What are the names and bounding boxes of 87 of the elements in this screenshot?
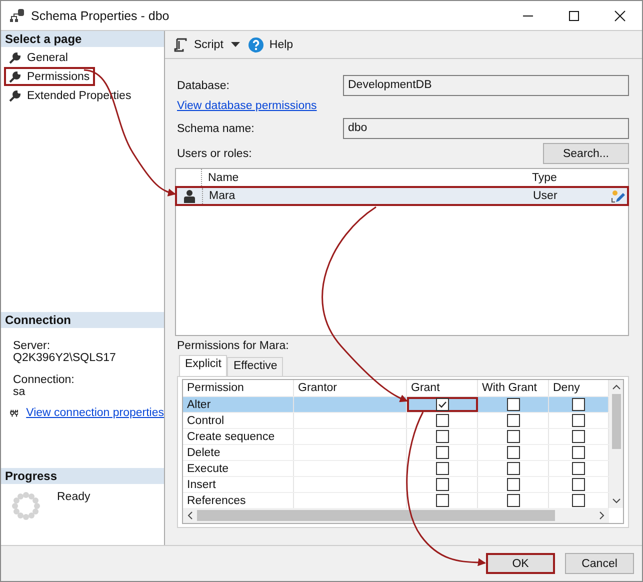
scroll-left-icon[interactable] bbox=[187, 511, 193, 520]
permissions-label: Permissions for Mara: bbox=[177, 340, 289, 352]
caret-icon[interactable] bbox=[231, 42, 240, 48]
app-icon bbox=[9, 8, 25, 24]
tab[interactable]: Effective bbox=[227, 357, 284, 376]
scroll-down-icon[interactable] bbox=[612, 498, 620, 504]
database-label: Database: bbox=[177, 80, 230, 92]
checkbox[interactable] bbox=[506, 430, 520, 443]
horizontal-scrollbar[interactable] bbox=[183, 508, 609, 523]
cancel-button[interactable]: Cancel bbox=[565, 553, 634, 574]
checkbox[interactable] bbox=[506, 398, 520, 411]
script-button[interactable]: Script bbox=[171, 36, 226, 52]
vertical-scrollbar[interactable] bbox=[609, 380, 623, 508]
checkbox[interactable] bbox=[506, 446, 520, 459]
plug-icon bbox=[10, 407, 18, 419]
table-cell: Insert bbox=[183, 477, 294, 492]
column-header[interactable]: Permission bbox=[183, 380, 294, 396]
edit-icon[interactable] bbox=[611, 189, 625, 203]
column-header[interactable]: With Grant bbox=[478, 380, 549, 396]
database-permissions-link[interactable]: View database permissions bbox=[177, 100, 317, 112]
checkbox[interactable] bbox=[506, 494, 520, 507]
table-cell-text: User bbox=[532, 190, 558, 202]
permission-row[interactable]: Create sequence bbox=[183, 429, 609, 445]
column-header[interactable]: Grantor bbox=[294, 380, 407, 396]
progress-status: Ready bbox=[57, 491, 90, 505]
schema-name-field[interactable]: dbo bbox=[343, 118, 629, 139]
window-title: Schema Properties - dbo bbox=[31, 8, 170, 22]
search-button[interactable]: Search... bbox=[543, 143, 629, 164]
table-cell-text: Mara bbox=[208, 190, 236, 202]
checkbox[interactable] bbox=[436, 414, 448, 427]
checkbox[interactable] bbox=[436, 462, 448, 475]
checkbox[interactable] bbox=[572, 478, 585, 491]
page-item[interactable]: General bbox=[4, 48, 73, 67]
table-cell: Alter bbox=[183, 397, 294, 412]
wrench-icon bbox=[9, 52, 21, 64]
checkbox[interactable] bbox=[506, 414, 520, 427]
checkbox[interactable] bbox=[572, 446, 585, 459]
wrench-icon bbox=[9, 70, 21, 82]
table-cell: Execute bbox=[183, 461, 294, 476]
maximize-icon[interactable] bbox=[568, 10, 580, 22]
section-header: Select a page bbox=[1, 31, 164, 47]
script-icon bbox=[173, 36, 189, 52]
checkbox[interactable] bbox=[572, 398, 585, 411]
checkbox[interactable] bbox=[572, 414, 585, 427]
permission-row[interactable]: Delete bbox=[183, 445, 609, 461]
server-label: Server: bbox=[13, 340, 52, 352]
table-cell: Control bbox=[183, 413, 294, 428]
person-icon bbox=[184, 190, 195, 202]
connection-user: sa bbox=[13, 386, 26, 398]
table-cell: Create sequence bbox=[183, 429, 294, 444]
column-header[interactable]: Grant bbox=[407, 380, 478, 396]
permission-row[interactable]: Alter bbox=[183, 397, 609, 413]
checkbox[interactable] bbox=[506, 462, 520, 475]
wrench-icon bbox=[9, 90, 21, 102]
tab[interactable]: Explicit bbox=[179, 355, 228, 376]
checkbox[interactable] bbox=[506, 478, 520, 491]
page-item[interactable]: Permissions bbox=[4, 67, 95, 86]
section-header: Connection bbox=[1, 312, 164, 328]
scroll-up-icon[interactable] bbox=[612, 384, 620, 390]
user-row[interactable]: Mara User bbox=[175, 186, 629, 206]
scroll-right-icon[interactable] bbox=[599, 511, 605, 520]
table-cell: Delete bbox=[183, 445, 294, 460]
permission-row[interactable]: Insert bbox=[183, 477, 609, 493]
checkbox[interactable] bbox=[572, 494, 585, 507]
checkbox[interactable] bbox=[572, 430, 585, 443]
checkbox[interactable] bbox=[436, 446, 448, 459]
permission-row[interactable]: Control bbox=[183, 413, 609, 429]
help-button[interactable]: Help bbox=[246, 36, 296, 52]
close-icon[interactable] bbox=[614, 10, 626, 22]
schema-name-label: Schema name: bbox=[177, 122, 256, 134]
checkbox[interactable] bbox=[436, 494, 448, 507]
section-header: Progress bbox=[1, 468, 164, 484]
column-header[interactable]: Name bbox=[202, 172, 528, 184]
permission-row[interactable]: Execute bbox=[183, 461, 609, 477]
connection-properties-link[interactable]: View connection properties bbox=[26, 407, 164, 419]
help-icon bbox=[248, 36, 264, 52]
database-field[interactable]: DevelopmentDB bbox=[343, 75, 629, 96]
server-name: Q2K396Y2\SQLS17 bbox=[13, 352, 117, 364]
users-label: Users or roles: bbox=[177, 148, 252, 160]
connection-label: Connection: bbox=[13, 374, 76, 386]
checkbox[interactable] bbox=[436, 430, 448, 443]
ok-button[interactable]: OK bbox=[486, 553, 555, 574]
column-header[interactable]: Type bbox=[528, 172, 602, 184]
spinner-icon bbox=[11, 491, 41, 521]
checkbox[interactable] bbox=[436, 398, 449, 411]
checkbox[interactable] bbox=[572, 462, 585, 475]
checkbox[interactable] bbox=[436, 478, 448, 491]
